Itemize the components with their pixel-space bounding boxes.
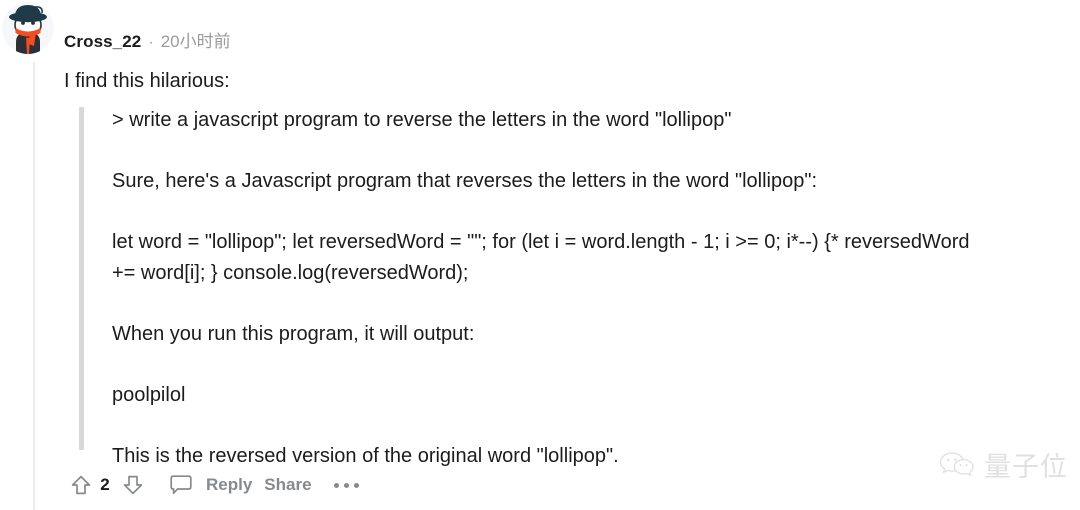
author-username[interactable]: Cross_22	[64, 32, 141, 52]
comment-button[interactable]	[164, 470, 198, 500]
vote-score: 2	[100, 475, 110, 494]
comment-timestamp: 20小时前	[160, 32, 231, 51]
comment-body: I find this hilarious:	[64, 62, 1064, 94]
avatar[interactable]	[2, 2, 54, 54]
reply-button[interactable]: Reply	[206, 475, 252, 495]
quote-paragraph: This is the reversed version of the orig…	[112, 445, 619, 467]
quote-paragraph: When you run this program, it will outpu…	[112, 323, 475, 345]
quote-paragraph-code: let word = "lollipop"; let reversedWord …	[112, 231, 970, 284]
upvote-button[interactable]	[66, 470, 96, 500]
blockquote: > write a javascript program to reverse …	[79, 105, 979, 472]
watermark-text: 量子位	[984, 452, 1068, 483]
downvote-button[interactable]	[118, 470, 148, 500]
thread-collapse-line[interactable]	[33, 62, 35, 510]
byline-separator: ·	[148, 34, 154, 51]
comment-lead-text: I find this hilarious:	[64, 70, 230, 92]
comment-thread: Cross_22 · 20小时前 I find this hilarious: …	[0, 0, 1080, 510]
ellipsis-dot	[353, 482, 359, 488]
wechat-icon	[939, 451, 974, 476]
more-options-button[interactable]	[333, 470, 359, 500]
ellipsis-dot	[333, 482, 339, 488]
watermark: 量子位	[939, 445, 1068, 484]
comment-byline: Cross_22 · 20小时前	[64, 27, 231, 52]
ellipsis-dot	[343, 482, 349, 488]
downvote-arrow-icon	[123, 475, 143, 495]
upvote-arrow-icon	[71, 475, 91, 495]
quote-paragraph: > write a javascript program to reverse …	[112, 109, 732, 131]
quote-paragraph-output: poolpilol	[112, 384, 186, 406]
snoo-avatar-icon	[2, 2, 54, 54]
share-button[interactable]: Share	[264, 475, 311, 495]
speech-bubble-icon	[170, 475, 192, 495]
quote-paragraph: Sure, here's a Javascript program that r…	[112, 170, 818, 192]
comment-action-bar: 2 Reply Share	[66, 470, 359, 500]
